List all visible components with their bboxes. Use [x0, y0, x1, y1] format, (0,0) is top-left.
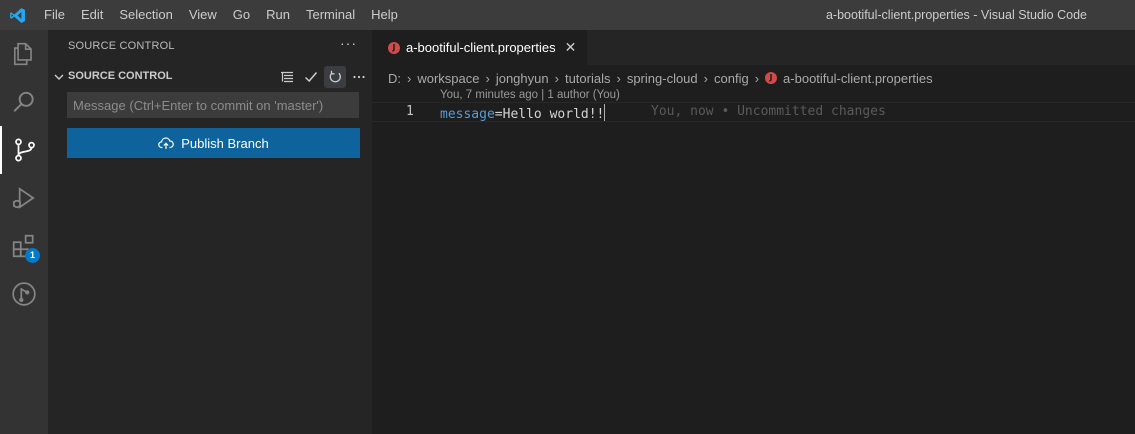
activity-run-debug[interactable]: [0, 174, 48, 222]
refresh-icon: [329, 70, 341, 83]
chevron-right-icon: ›: [754, 70, 760, 86]
tab-label: a-bootiful-client.properties: [406, 40, 556, 55]
publish-branch-label: Publish Branch: [181, 135, 269, 151]
properties-file-icon: J: [388, 41, 400, 54]
check-icon: [304, 72, 318, 83]
search-icon: [13, 91, 34, 112]
chevron-down-icon[interactable]: [53, 69, 65, 88]
vscode-logo-icon: [0, 0, 34, 30]
inline-blame-annotation: You, now • Uncommitted changes: [651, 104, 886, 119]
tab-a-bootiful-client-properties[interactable]: J a-bootiful-client.properties ✕: [372, 30, 587, 65]
code-line-1[interactable]: message=Hello world!!: [440, 104, 606, 122]
breadcrumb-spring-cloud[interactable]: spring-cloud: [627, 71, 698, 86]
properties-file-icon: J: [765, 72, 778, 84]
menu-bar: File Edit Selection View Go Run Terminal…: [34, 0, 406, 30]
commit-button[interactable]: [300, 66, 322, 88]
activity-extensions[interactable]: 1: [0, 222, 48, 270]
section-actions: [276, 66, 372, 88]
chevron-right-icon: ›: [703, 70, 708, 86]
text-cursor: [604, 104, 606, 121]
git-blame-codelens[interactable]: You, 7 minutes ago | 1 author (You): [440, 89, 620, 101]
extensions-update-badge: 1: [25, 248, 40, 263]
ellipsis-icon: [353, 75, 365, 79]
source-control-section-header[interactable]: SOURCE CONTROL: [48, 66, 372, 88]
menu-selection[interactable]: Selection: [111, 0, 180, 30]
menu-edit[interactable]: Edit: [73, 0, 111, 30]
commit-message-input[interactable]: [67, 92, 359, 118]
view-as-tree-button[interactable]: [276, 66, 298, 88]
menu-file[interactable]: File: [34, 0, 73, 30]
activity-search[interactable]: [0, 78, 48, 126]
section-label: SOURCE CONTROL: [68, 70, 173, 82]
property-equals: =: [494, 107, 503, 122]
editor-area: J a-bootiful-client.properties ✕ D: › wo…: [372, 30, 1135, 434]
breadcrumb-tutorials[interactable]: tutorials: [565, 71, 611, 86]
property-key: message: [440, 107, 495, 122]
breadcrumb-file[interactable]: a-bootiful-client.properties: [783, 71, 933, 86]
chevron-right-icon: ›: [616, 70, 621, 86]
activity-source-control[interactable]: [0, 126, 48, 174]
property-value: Hello world!!: [502, 107, 605, 122]
files-icon: [13, 42, 32, 66]
editor-tabs: J a-bootiful-client.properties ✕: [372, 30, 1135, 65]
chevron-right-icon: ›: [485, 70, 490, 86]
chevron-right-icon: ›: [554, 70, 559, 86]
refresh-button[interactable]: [324, 66, 346, 88]
cloud-upload-icon: [158, 137, 175, 149]
activity-explorer[interactable]: [0, 30, 48, 78]
publish-branch-button[interactable]: Publish Branch: [67, 128, 360, 158]
breadcrumb-drive[interactable]: D:: [388, 71, 401, 86]
menu-terminal[interactable]: Terminal: [298, 0, 363, 30]
run-debug-icon: [12, 187, 35, 209]
sidebar-more-actions-button[interactable]: ···: [340, 35, 357, 51]
breadcrumb-config[interactable]: config: [714, 71, 749, 86]
window-title: a-bootiful-client.properties - Visual St…: [825, 8, 1087, 22]
activity-git-graph[interactable]: [0, 270, 48, 318]
menu-help[interactable]: Help: [363, 0, 406, 30]
breadcrumb-workspace[interactable]: workspace: [417, 71, 479, 86]
breadcrumb: D: › workspace › jonghyun › tutorials › …: [388, 67, 933, 89]
menu-view[interactable]: View: [181, 0, 225, 30]
list-tree-icon: [281, 71, 293, 83]
line-number: 1: [406, 104, 414, 119]
source-control-icon: [15, 138, 35, 162]
menu-run[interactable]: Run: [258, 0, 298, 30]
activity-bar: 1: [0, 30, 48, 434]
close-icon[interactable]: ✕: [565, 39, 577, 56]
more-actions-button[interactable]: [348, 66, 370, 88]
git-graph-icon: [12, 282, 36, 306]
menu-go[interactable]: Go: [225, 0, 258, 30]
source-control-sidebar: SOURCE CONTROL ··· SOURCE CONTROL Messag…: [48, 30, 372, 434]
title-bar: File Edit Selection View Go Run Terminal…: [0, 0, 1135, 30]
sidebar-title: SOURCE CONTROL: [68, 40, 175, 52]
breadcrumb-jonghyun[interactable]: jonghyun: [496, 71, 549, 86]
chevron-right-icon: ›: [407, 70, 412, 86]
